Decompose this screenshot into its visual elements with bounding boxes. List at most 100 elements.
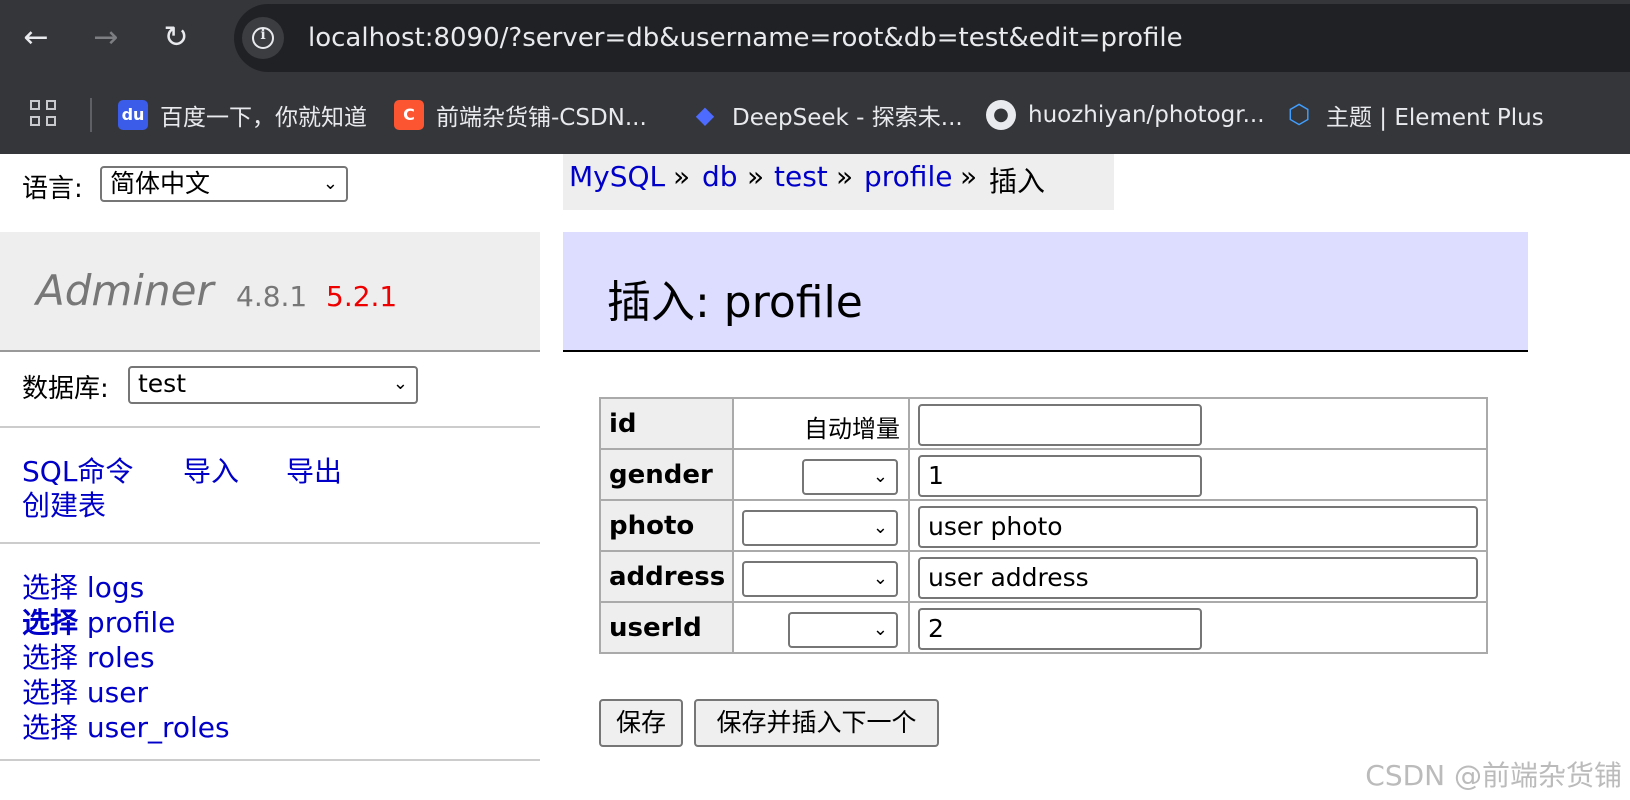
baidu-icon: du bbox=[118, 100, 148, 130]
chevron-down-icon: ⌄ bbox=[872, 619, 888, 640]
chevron-down-icon: ⌄ bbox=[392, 373, 408, 394]
list-item: 选择 user_roles bbox=[22, 706, 230, 744]
address-input[interactable]: user address bbox=[918, 557, 1478, 599]
auto-increment-label: 自动增量 bbox=[804, 415, 900, 443]
breadcrumb-sep: » bbox=[673, 160, 691, 193]
breadcrumb-mysql[interactable]: MySQL bbox=[569, 160, 665, 193]
value-cell: user photo bbox=[908, 499, 1488, 552]
bookmark-label: huozhiyan/photogr... bbox=[1028, 102, 1265, 128]
table-row: gender ⌄ 1 bbox=[599, 448, 1488, 501]
field-name: address bbox=[599, 550, 734, 603]
table-link-roles[interactable]: roles bbox=[87, 641, 155, 674]
breadcrumb-sep: » bbox=[960, 160, 978, 193]
version: 4.8.1 bbox=[236, 280, 308, 313]
function-cell: 自动增量 bbox=[732, 397, 910, 450]
browser-toolbar: ← → ↻ localhost:8090/?server=db&username… bbox=[0, 0, 1630, 76]
table-link-user-roles[interactable]: user_roles bbox=[87, 711, 230, 744]
bookmark-csdn[interactable]: C 前端杂货铺-CSDN... bbox=[394, 96, 647, 134]
photo-input[interactable]: user photo bbox=[918, 506, 1478, 548]
select-link[interactable]: 选择 bbox=[22, 711, 78, 744]
bookmark-label: DeepSeek - 探索未... bbox=[732, 105, 963, 131]
divider bbox=[0, 542, 540, 544]
new-version[interactable]: 5.2.1 bbox=[326, 280, 397, 313]
chevron-down-icon: ⌄ bbox=[872, 466, 888, 487]
breadcrumb-db[interactable]: db bbox=[702, 160, 738, 193]
back-icon[interactable]: ← bbox=[16, 18, 56, 58]
address-bar[interactable]: localhost:8090/?server=db&username=root&… bbox=[234, 4, 1630, 72]
divider bbox=[0, 759, 540, 761]
brand-name[interactable]: Adminer bbox=[36, 266, 214, 315]
page-title: 插入: profile bbox=[607, 277, 863, 328]
edit-table: id 自动增量 gender ⌄ 1 photo ⌄ user photo ad… bbox=[599, 397, 1488, 654]
heading-box: 插入: profile bbox=[563, 232, 1528, 352]
save-and-insert-next-button[interactable]: 保存并插入下一个 bbox=[694, 699, 939, 747]
site-info-icon[interactable] bbox=[242, 17, 284, 59]
function-select[interactable]: ⌄ bbox=[802, 459, 898, 495]
breadcrumb-test[interactable]: test bbox=[774, 160, 828, 193]
lang-select[interactable]: 简体中文 ⌄ bbox=[100, 166, 348, 202]
reload-icon[interactable]: ↻ bbox=[156, 18, 196, 58]
bookmark-label: 前端杂货铺-CSDN... bbox=[436, 105, 647, 131]
adminer-page: 语言: 简体中文 ⌄ MySQL » db » test » profile »… bbox=[0, 154, 1630, 800]
table-link-logs[interactable]: logs bbox=[87, 571, 144, 604]
function-cell: ⌄ bbox=[732, 448, 910, 501]
bookmark-label: 百度一下，你就知道 bbox=[160, 105, 367, 131]
url-text[interactable]: localhost:8090/?server=db&username=root&… bbox=[308, 22, 1183, 54]
function-cell: ⌄ bbox=[732, 601, 910, 654]
table-row: address ⌄ user address bbox=[599, 550, 1488, 603]
list-item: 选择 user bbox=[22, 671, 230, 709]
create-table-link[interactable]: 创建表 bbox=[22, 484, 106, 524]
field-name: id bbox=[599, 397, 734, 450]
chevron-down-icon: ⌄ bbox=[872, 568, 888, 589]
watermark: CSDN @前端杂货铺 bbox=[1365, 759, 1622, 792]
function-select[interactable]: ⌄ bbox=[742, 561, 898, 597]
select-link-active[interactable]: 选择 bbox=[22, 606, 78, 639]
deepseek-icon: ◆ bbox=[695, 101, 715, 129]
table-row: userId ⌄ 2 bbox=[599, 601, 1488, 654]
breadcrumb-profile[interactable]: profile bbox=[864, 160, 952, 193]
function-select[interactable]: ⌄ bbox=[742, 510, 898, 546]
db-label: 数据库: bbox=[22, 374, 109, 404]
gender-input[interactable]: 1 bbox=[918, 455, 1202, 497]
select-link[interactable]: 选择 bbox=[22, 571, 78, 604]
function-select[interactable]: ⌄ bbox=[788, 612, 898, 648]
apps-grid-icon[interactable] bbox=[30, 100, 60, 130]
select-link[interactable]: 选择 bbox=[22, 641, 78, 674]
lang-select-value: 简体中文 bbox=[110, 169, 211, 198]
bookmark-github[interactable]: ● huozhiyan/photogr... bbox=[986, 96, 1265, 134]
value-cell: 1 bbox=[908, 448, 1488, 501]
db-select-value: test bbox=[138, 369, 187, 398]
bookmark-element-plus[interactable]: ⬡ 主题 | Element Plus bbox=[1284, 96, 1544, 134]
bookmark-label: 主题 | Element Plus bbox=[1326, 105, 1544, 131]
field-name: gender bbox=[599, 448, 734, 501]
bookmark-separator bbox=[90, 98, 92, 132]
list-item: 选择 roles bbox=[22, 636, 230, 674]
divider bbox=[0, 426, 540, 428]
bookmark-deepseek[interactable]: ◆ DeepSeek - 探索未... bbox=[690, 96, 963, 134]
value-cell: 2 bbox=[908, 601, 1488, 654]
bookmark-baidu[interactable]: du 百度一下，你就知道 bbox=[118, 96, 367, 134]
breadcrumb-current: 插入 bbox=[989, 165, 1046, 198]
id-input[interactable] bbox=[918, 404, 1202, 446]
export-link[interactable]: 导出 bbox=[286, 450, 342, 490]
table-row: id 自动增量 bbox=[599, 397, 1488, 450]
breadcrumb-sep: » bbox=[836, 160, 854, 193]
table-link-user[interactable]: user bbox=[87, 676, 148, 709]
csdn-icon: C bbox=[394, 100, 424, 130]
table-row: photo ⌄ user photo bbox=[599, 499, 1488, 552]
bookmarks-bar: du 百度一下，你就知道 C 前端杂货铺-CSDN... ◆ DeepSeek … bbox=[0, 76, 1630, 154]
brand-box: Adminer 4.8.1 5.2.1 bbox=[0, 232, 540, 352]
table-link-profile[interactable]: profile bbox=[87, 606, 175, 639]
import-link[interactable]: 导入 bbox=[183, 450, 239, 490]
list-item: 选择 profile bbox=[22, 601, 230, 639]
forward-icon[interactable]: → bbox=[86, 18, 126, 58]
table-list: 选择 logs 选择 profile 选择 roles 选择 user 选择 u… bbox=[22, 566, 230, 744]
db-select[interactable]: test ⌄ bbox=[128, 366, 418, 404]
breadcrumb-sep: » bbox=[747, 160, 765, 193]
value-cell bbox=[908, 397, 1488, 450]
userid-input[interactable]: 2 bbox=[918, 608, 1202, 650]
field-name: userId bbox=[599, 601, 734, 654]
value-cell: user address bbox=[908, 550, 1488, 603]
save-button[interactable]: 保存 bbox=[599, 699, 683, 747]
select-link[interactable]: 选择 bbox=[22, 676, 78, 709]
